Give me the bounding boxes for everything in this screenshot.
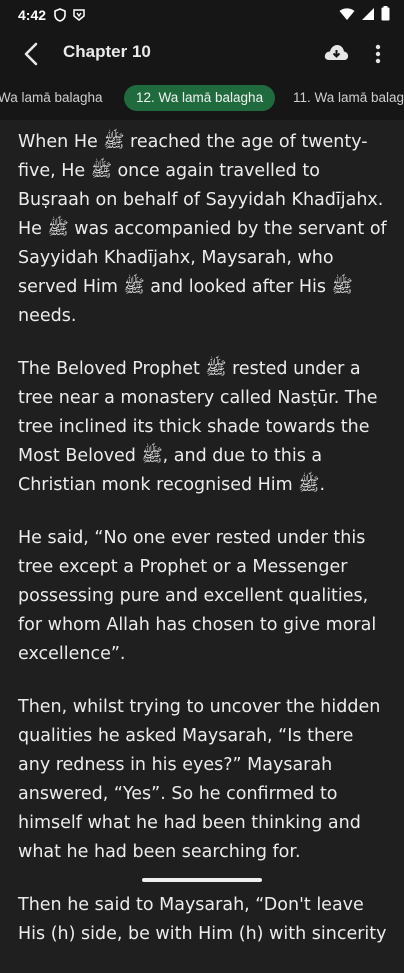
- more-vert-icon[interactable]: [366, 40, 390, 68]
- chapter-tabs: Wa lamā balagha 12. Wa lamā balagha 11. …: [0, 76, 404, 120]
- battery-icon: [381, 6, 390, 21]
- vpn-icon: [73, 9, 85, 21]
- page-title: Chapter 10: [63, 42, 151, 61]
- tab-previous[interactable]: Wa lamā balagha: [0, 85, 103, 111]
- paragraph: When He ﷺ reached the age of twenty-five…: [18, 132, 387, 326]
- paragraph: He said, “No one ever rested under this …: [18, 528, 377, 664]
- wifi-icon: [339, 7, 355, 20]
- paragraph: Then, whilst trying to uncover the hidde…: [18, 697, 381, 862]
- home-indicator[interactable]: [142, 878, 262, 882]
- status-time: 4:42: [18, 7, 47, 23]
- app-bar: Chapter 10: [0, 30, 404, 76]
- status-bar: 4:42: [0, 0, 404, 30]
- signal-icon: [362, 7, 374, 20]
- shield-icon: [54, 8, 66, 22]
- arrow-back-icon[interactable]: [18, 40, 46, 68]
- tab-next[interactable]: 11. Wa lamā balagha: [293, 85, 404, 111]
- tab-current[interactable]: 12. Wa lamā balagha: [124, 85, 276, 111]
- chapter-content: When He ﷺ reached the age of twenty-five…: [18, 128, 390, 973]
- paragraph: The Beloved Prophet ﷺ rested under a tre…: [18, 359, 378, 495]
- cloud-download-icon[interactable]: [322, 40, 350, 68]
